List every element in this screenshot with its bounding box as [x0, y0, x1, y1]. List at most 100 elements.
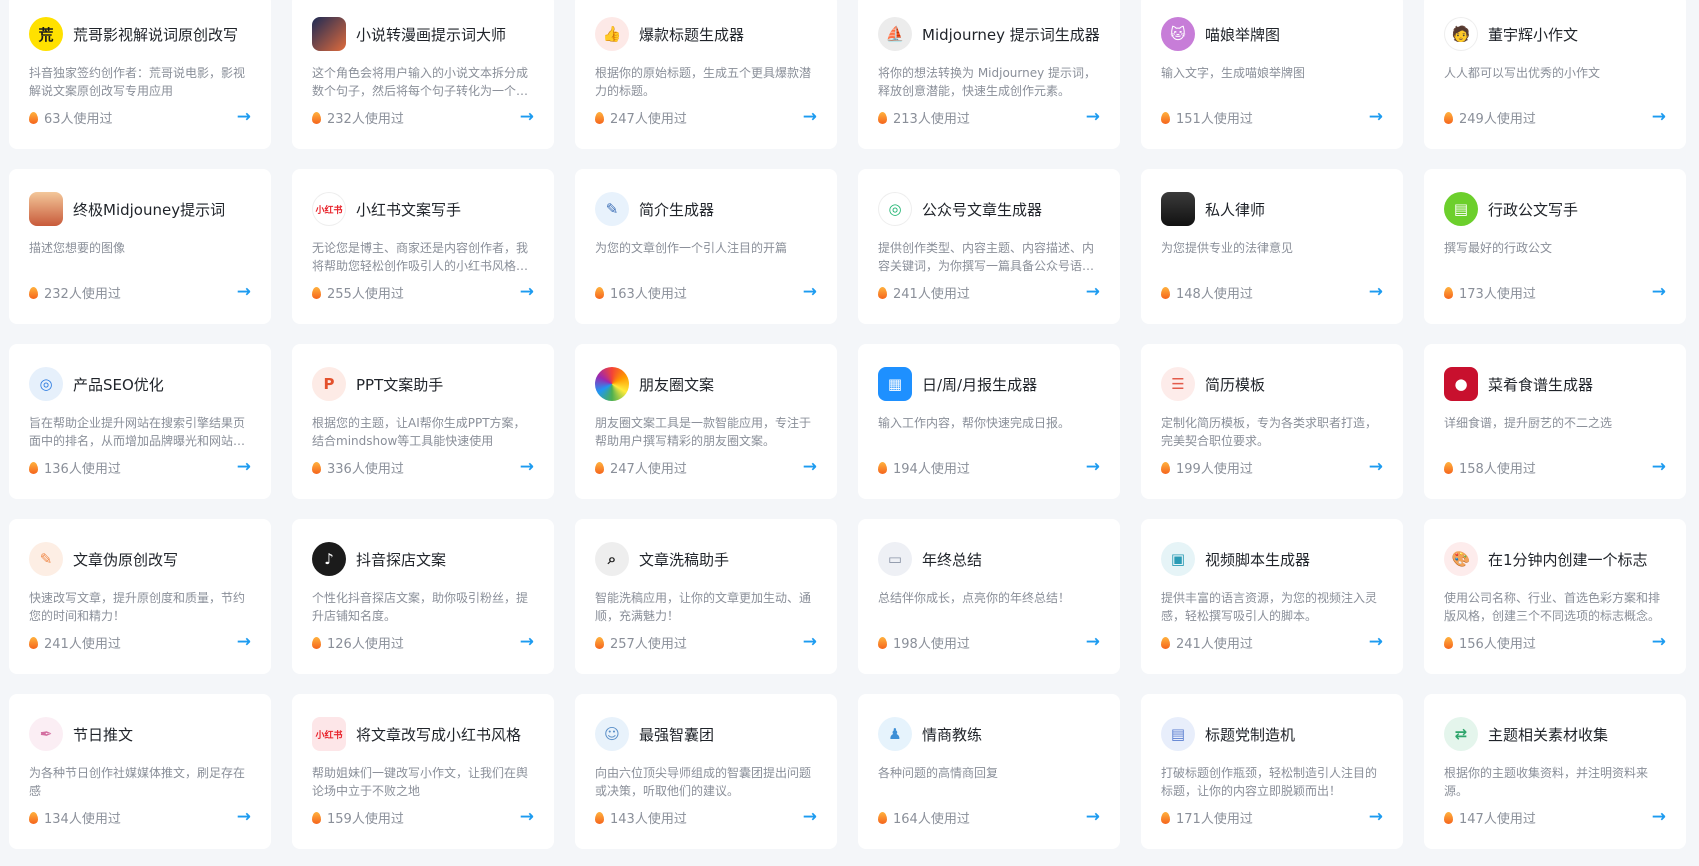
app-card[interactable]: ▤ 标题党制造机 打破标题创作瓶颈，轻松制造引人注目的标题，让你的内容立即脱颖而… [1141, 694, 1403, 849]
card-footer: 147人使用过 → [1444, 808, 1666, 827]
card-header: 朋友圈文案 [595, 366, 817, 402]
app-card[interactable]: 🎨 在1分钟内创建一个标志 使用公司名称、行业、首选色彩方案和排版风格，创建三个… [1424, 519, 1686, 674]
app-card[interactable]: 🐱 喵娘举牌图 输入文字，生成喵娘举牌图 151人使用过 → [1141, 0, 1403, 149]
recipe-logo-icon: ● [1444, 367, 1478, 401]
arrow-right-icon[interactable]: → [1086, 634, 1100, 651]
app-card[interactable]: 荒 荒哥影视解说词原创改写 抖音独家签约创作者：荒哥说电影，影视解说文案原创改写… [9, 0, 271, 149]
palette-icon: 🎨 [1444, 542, 1478, 576]
usage-count-text: 194人使用过 [893, 462, 970, 477]
card-description: 旨在帮助企业提升网站在搜索引擎结果页面中的排名，从而增加品牌曝光和网站流量 [29, 416, 246, 448]
arrow-right-icon[interactable]: → [1369, 459, 1383, 476]
arrow-right-icon[interactable]: → [803, 284, 817, 301]
app-card[interactable]: ⛵ Midjourney 提示词生成器 将你的想法转换为 Midjourney … [858, 0, 1120, 149]
arrow-right-icon[interactable]: → [803, 109, 817, 126]
arrow-right-icon[interactable]: → [520, 634, 534, 651]
card-description: 打破标题创作瓶颈，轻松制造引人注目的标题，让你的内容立即脱颖而出！ [1161, 766, 1378, 798]
arrow-right-icon[interactable]: → [1086, 284, 1100, 301]
card-header: 🎨 在1分钟内创建一个标志 [1444, 541, 1666, 577]
arrow-right-icon[interactable]: → [237, 109, 251, 126]
arrow-right-icon[interactable]: → [1652, 459, 1666, 476]
card-title: 文章伪原创改写 [73, 550, 179, 569]
arrow-right-icon[interactable]: → [1369, 109, 1383, 126]
app-card-grid: 荒 荒哥影视解说词原创改写 抖音独家签约创作者：荒哥说电影，影视解说文案原创改写… [9, 0, 1686, 849]
app-card[interactable]: ▤ 行政公文写手 撰写最好的行政公文 173人使用过 → [1424, 169, 1686, 324]
arrow-right-icon[interactable]: → [1369, 809, 1383, 826]
card-footer: 257人使用过 → [595, 633, 817, 652]
arrow-right-icon[interactable]: → [1652, 809, 1666, 826]
target-icon: ◎ [29, 367, 63, 401]
arrow-right-icon[interactable]: → [1086, 459, 1100, 476]
cat-avatar-icon: 🐱 [1161, 17, 1195, 51]
arrow-right-icon[interactable]: → [1086, 809, 1100, 826]
fire-icon [1444, 636, 1453, 649]
card-footer: 171人使用过 → [1161, 808, 1383, 827]
arrow-right-icon[interactable]: → [1086, 109, 1100, 126]
card-header: ☺ 最强智囊团 [595, 716, 817, 752]
app-card[interactable]: 终极Midjouney提示词 描述您想要的图像 232人使用过 → [9, 169, 271, 324]
arrow-right-icon[interactable]: → [520, 109, 534, 126]
card-header: ♪ 抖音探店文案 [312, 541, 534, 577]
arrow-right-icon[interactable]: → [520, 459, 534, 476]
card-description: 总结伴你成长，点亮你的年终总结！ [878, 591, 1071, 605]
app-card[interactable]: ✎ 文章伪原创改写 快速改写文章，提升原创度和质量，节约您的时间和精力！ 241… [9, 519, 271, 674]
app-card[interactable]: 小红书 小红书文案写手 无论您是博主、商家还是内容创作者，我将帮助您轻松创作吸引… [292, 169, 554, 324]
card-header: 私人律师 [1161, 191, 1383, 227]
app-card[interactable]: ▦ 日/周/月报生成器 输入工作内容，帮你快速完成日报。 194人使用过 → [858, 344, 1120, 499]
arrow-right-icon[interactable]: → [1652, 109, 1666, 126]
card-header: ● 菜肴食谱生成器 [1444, 366, 1666, 402]
comic-scene-icon [312, 17, 346, 51]
arrow-right-icon[interactable]: → [803, 459, 817, 476]
app-card[interactable]: ☰ 简历模板 定制化简历模板，专为各类求职者打造，完美契合职位要求。 199人使… [1141, 344, 1403, 499]
app-card[interactable]: ✎ 简介生成器 为您的文章创作一个引人注目的开篇 163人使用过 → [575, 169, 837, 324]
card-header: 👍 爆款标题生成器 [595, 16, 817, 52]
card-title: 董宇辉小作文 [1488, 25, 1579, 44]
app-card[interactable]: ▭ 年终总结 总结伴你成长，点亮你的年终总结！ 198人使用过 → [858, 519, 1120, 674]
arrow-right-icon[interactable]: → [1652, 284, 1666, 301]
card-description: 抖音独家签约创作者：荒哥说电影，影视解说文案原创改写专用应用 [29, 66, 246, 98]
app-card[interactable]: ♪ 抖音探店文案 个性化抖音探店文案，助你吸引粉丝，提升店铺知名度。 126人使… [292, 519, 554, 674]
app-card[interactable]: ◎ 公众号文章生成器 提供创作类型、内容主题、内容描述、内容关键词，为你撰写一篇… [858, 169, 1120, 324]
fire-icon [595, 461, 604, 474]
fire-icon [1161, 811, 1170, 824]
arrow-right-icon[interactable]: → [520, 284, 534, 301]
card-description: 描述您想要的图像 [29, 241, 126, 255]
app-card[interactable]: ◎ 产品SEO优化 旨在帮助企业提升网站在搜索引擎结果页面中的排名，从而增加品牌… [9, 344, 271, 499]
card-title: 简介生成器 [639, 200, 715, 219]
arrow-right-icon[interactable]: → [237, 809, 251, 826]
arrow-right-icon[interactable]: → [1652, 634, 1666, 651]
fire-icon [312, 461, 321, 474]
app-card[interactable]: 🧑 董宇辉小作文 人人都可以写出优秀的小作文 249人使用过 → [1424, 0, 1686, 149]
fire-icon [595, 811, 604, 824]
app-card[interactable]: ● 菜肴食谱生成器 详细食谱，提升厨艺的不二之选 158人使用过 → [1424, 344, 1686, 499]
app-card[interactable]: P PPT文案助手 根据您的主题，让AI帮你生成PPT方案，结合mindshow… [292, 344, 554, 499]
card-description: 个性化抖音探店文案，助你吸引粉丝，提升店铺知名度。 [312, 591, 529, 623]
arrow-right-icon[interactable]: → [803, 634, 817, 651]
app-card[interactable]: ☺ 最强智囊团 向由六位顶尖导师组成的智囊团提出问题或决策，听取他们的建议。 1… [575, 694, 837, 849]
arrow-right-icon[interactable]: → [237, 459, 251, 476]
arrow-right-icon[interactable]: → [803, 809, 817, 826]
sunset-boat-icon [29, 192, 63, 226]
app-card[interactable]: 👍 爆款标题生成器 根据你的原始标题，生成五个更具爆款潜力的标题。 247人使用… [575, 0, 837, 149]
feather-pen-icon: ✒ [29, 717, 63, 751]
app-card[interactable]: ▣ 视频脚本生成器 提供丰富的语言资源，为您的视频注入灵感，轻松撰写吸引人的脚本… [1141, 519, 1403, 674]
arrow-right-icon[interactable]: → [1369, 634, 1383, 651]
arrow-right-icon[interactable]: → [1369, 284, 1383, 301]
app-card[interactable]: ⌕ 文章洗稿助手 智能洗稿应用，让你的文章更加生动、通顺，充满魅力！ 257人使… [575, 519, 837, 674]
app-card[interactable]: 小红书 将文章改写成小红书风格 帮助姐妹们一键改写小作文，让我们在舆论场中立于不… [292, 694, 554, 849]
arrow-right-icon[interactable]: → [520, 809, 534, 826]
usage-count: 241人使用过 [29, 633, 121, 652]
app-card[interactable]: ♟ 情商教练 各种问题的高情商回复 164人使用过 → [858, 694, 1120, 849]
app-card[interactable]: 私人律师 为您提供专业的法律意见 148人使用过 → [1141, 169, 1403, 324]
app-card[interactable]: ⇄ 主题相关素材收集 根据你的主题收集资料，并注明资料来源。 147人使用过 → [1424, 694, 1686, 849]
arrow-right-icon[interactable]: → [237, 284, 251, 301]
card-title: 日/周/月报生成器 [922, 375, 1038, 394]
arrow-right-icon[interactable]: → [237, 634, 251, 651]
app-card[interactable]: ✒ 节日推文 为各种节日创作社媒媒体推文，刷足存在感 134人使用过 → [9, 694, 271, 849]
card-footer: 143人使用过 → [595, 808, 817, 827]
app-card[interactable]: 朋友圈文案 朋友圈文案工具是一款智能应用，专注于帮助用户撰写精彩的朋友圈文案。 … [575, 344, 837, 499]
card-description: 向由六位顶尖导师组成的智囊团提出问题或决策，听取他们的建议。 [595, 766, 812, 798]
thumbs-up-icon: 👍 [595, 17, 629, 51]
app-card[interactable]: 小说转漫画提示词大师 这个角色会将用户输入的小说文本拆分成数个句子，然后将每个句… [292, 0, 554, 149]
card-header: ⌕ 文章洗稿助手 [595, 541, 817, 577]
usage-count: 247人使用过 [595, 458, 687, 477]
